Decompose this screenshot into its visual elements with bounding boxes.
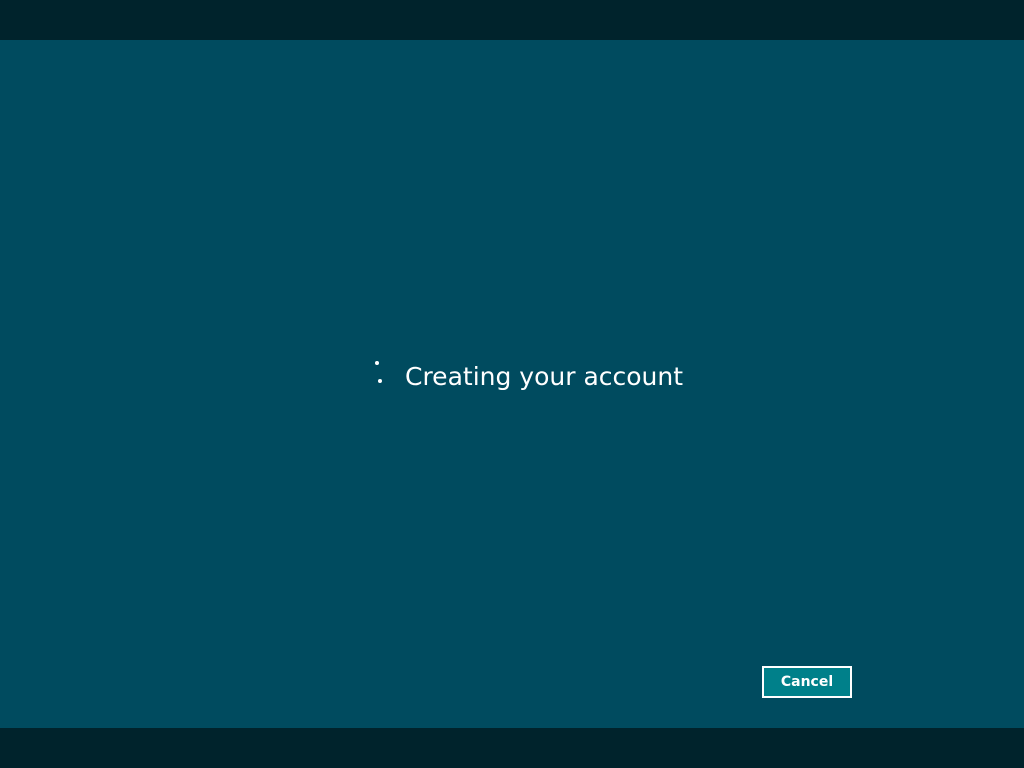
bottom-frame-bar [0, 728, 1024, 768]
progress-dots-icon [370, 356, 390, 396]
top-frame-bar [0, 0, 1024, 40]
spinner-dot [378, 379, 382, 383]
progress-status: Creating your account [370, 356, 683, 396]
status-message: Creating your account [405, 361, 684, 391]
cancel-button[interactable]: Cancel [762, 666, 852, 698]
spinner-dot [375, 361, 379, 365]
